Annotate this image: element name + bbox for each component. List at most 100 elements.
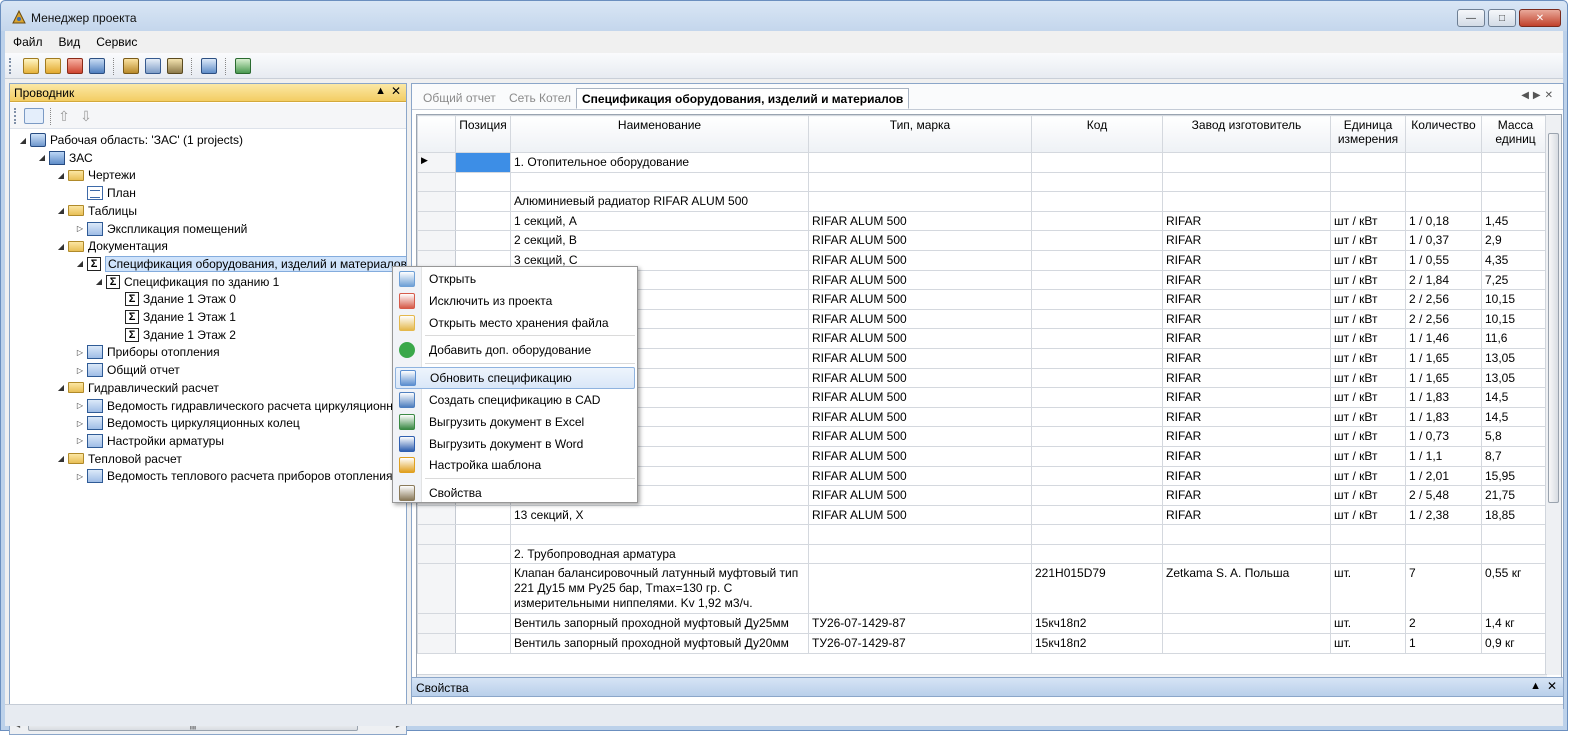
table-cell[interactable] <box>1405 524 1482 545</box>
tab-boiler-network[interactable]: Сеть Котел <box>504 88 576 109</box>
table-cell[interactable] <box>808 563 1032 615</box>
tree-node[interactable]: ▷ Экспликация помещений <box>75 220 247 238</box>
table-cell[interactable]: 14,5 <box>1481 406 1550 428</box>
table-cell[interactable]: 1 / 0,18 <box>1405 210 1482 232</box>
expand-arrow-icon[interactable]: ◢ <box>56 242 66 251</box>
row-header[interactable] <box>417 613 456 635</box>
table-cell[interactable]: RIFAR ALUM 500 <box>808 230 1032 251</box>
table-cell[interactable]: 5,8 <box>1481 426 1550 447</box>
table-cell[interactable]: 1 <box>1405 633 1482 654</box>
table-cell[interactable] <box>1481 152 1550 173</box>
row-header[interactable] <box>417 230 456 251</box>
close-panel-icon[interactable]: ✕ <box>391 84 401 98</box>
table-row[interactable]: ▶ 1. Отопительное оборудование <box>417 152 1550 173</box>
new-project-icon[interactable] <box>23 58 39 74</box>
tree-node[interactable]: ◢ Документация <box>56 237 168 255</box>
table-cell[interactable]: Zetkama S. A. Польша <box>1162 563 1331 615</box>
table-cell[interactable]: 13,05 <box>1481 367 1550 389</box>
collapse-arrow-icon[interactable]: ▷ <box>75 348 85 357</box>
table-cell[interactable]: 0,55 кг <box>1481 563 1550 615</box>
table-cell[interactable]: шт / кВт <box>1330 230 1406 251</box>
table-cell[interactable]: 1 / 1,46 <box>1405 328 1482 349</box>
table-row[interactable] <box>417 171 1550 193</box>
table-cell[interactable]: RIFAR ALUM 500 <box>808 445 1032 467</box>
column-header[interactable]: Тип, марка <box>808 115 1032 153</box>
table-cell[interactable] <box>1031 210 1163 232</box>
menu-service[interactable]: Сервис <box>88 31 145 53</box>
table-cell[interactable]: RIFAR <box>1162 269 1331 291</box>
table-cell[interactable] <box>1330 543 1406 565</box>
table-cell[interactable]: Алюминиевый радиатор RIFAR ALUM 500 <box>510 191 809 212</box>
row-header[interactable] <box>417 563 456 615</box>
pin-icon[interactable]: ▲ <box>375 85 386 97</box>
table-cell[interactable]: шт. <box>1330 613 1406 635</box>
table-cell[interactable]: RIFAR ALUM 500 <box>808 269 1032 291</box>
row-header[interactable] <box>417 171 456 193</box>
table-cell[interactable] <box>1330 152 1406 173</box>
table-cell[interactable]: шт / кВт <box>1330 347 1406 369</box>
table-cell[interactable]: RIFAR <box>1162 504 1331 526</box>
table-cell[interactable]: RIFAR ALUM 500 <box>808 347 1032 369</box>
table-cell[interactable] <box>1330 191 1406 212</box>
maximize-button[interactable]: □ <box>1488 9 1516 27</box>
tab-specification[interactable]: Спецификация оборудования, изделий и мат… <box>576 88 910 109</box>
tab-navigation[interactable]: ◀▶✕ <box>1521 90 1557 101</box>
tab-general-report[interactable]: Общий отчет <box>418 88 501 109</box>
table-cell[interactable] <box>1405 191 1482 212</box>
table-cell[interactable]: RIFAR ALUM 500 <box>808 406 1032 428</box>
table-cell[interactable] <box>1162 633 1331 654</box>
table-row[interactable]: 2. Трубопроводная арматура <box>417 543 1550 565</box>
table-cell[interactable]: шт / кВт <box>1330 367 1406 389</box>
scrollbar-thumb[interactable] <box>1548 133 1559 503</box>
tree-node[interactable]: ◢ Рабочая область: 'ЗАС' (1 projects) <box>18 131 243 149</box>
table-cell[interactable] <box>1031 289 1163 310</box>
table-cell[interactable]: RIFAR <box>1162 406 1331 428</box>
table-cell[interactable] <box>455 543 511 565</box>
table-cell[interactable] <box>1481 191 1550 212</box>
table-cell[interactable]: 1 секций, A <box>510 210 809 232</box>
expand-arrow-icon[interactable]: ◢ <box>37 153 47 162</box>
table-cell[interactable]: RIFAR ALUM 500 <box>808 308 1032 330</box>
table-cell[interactable]: RIFAR <box>1162 387 1331 408</box>
table-cell[interactable]: RIFAR <box>1162 426 1331 447</box>
close-button[interactable]: ✕ <box>1519 9 1561 27</box>
table-cell[interactable]: ТУ26-07-1429-87 <box>808 633 1032 654</box>
row-header[interactable] <box>417 633 456 654</box>
table-cell[interactable] <box>1405 171 1482 193</box>
row-header[interactable] <box>417 504 456 526</box>
table-cell[interactable] <box>808 543 1032 565</box>
table-cell[interactable] <box>455 210 511 232</box>
table-cell[interactable] <box>455 633 511 654</box>
table-cell[interactable]: 4,35 <box>1481 249 1550 271</box>
tree-node[interactable]: Σ Здание 1 Этаж 2 <box>113 326 236 344</box>
pin-icon[interactable]: ▲ <box>1530 680 1541 692</box>
table-cell[interactable] <box>1031 152 1163 173</box>
table-cell[interactable] <box>1031 524 1163 545</box>
table-cell[interactable]: 1,45 <box>1481 210 1550 232</box>
table-cell[interactable]: шт / кВт <box>1330 485 1406 506</box>
expand-arrow-icon[interactable]: ◢ <box>56 454 66 463</box>
add-document-icon[interactable] <box>235 58 251 74</box>
table-cell[interactable]: 1 / 1,65 <box>1405 367 1482 389</box>
table-cell[interactable] <box>1031 465 1163 487</box>
context-menu-item[interactable]: Выгрузить документ в Word <box>395 433 635 455</box>
table-cell[interactable]: RIFAR ALUM 500 <box>808 426 1032 447</box>
table-cell[interactable] <box>455 230 511 251</box>
menu-file[interactable]: Файл <box>5 31 51 53</box>
table-cell[interactable]: 1,4 кг <box>1481 613 1550 635</box>
table-cell[interactable]: 1 / 2,38 <box>1405 504 1482 526</box>
table-cell[interactable] <box>455 191 511 212</box>
tree-node[interactable]: ◢ Чертежи <box>56 166 136 184</box>
grid-vertical-scrollbar[interactable] <box>1545 115 1561 675</box>
table-cell[interactable] <box>808 171 1032 193</box>
table-cell[interactable] <box>808 152 1032 173</box>
table-cell[interactable]: шт. <box>1330 633 1406 654</box>
table-cell[interactable] <box>1031 171 1163 193</box>
toolbar-grip[interactable] <box>14 108 16 124</box>
table-cell[interactable]: 1 / 0,73 <box>1405 426 1482 447</box>
row-header[interactable] <box>417 210 456 232</box>
table-cell[interactable]: RIFAR ALUM 500 <box>808 387 1032 408</box>
table-cell[interactable]: RIFAR <box>1162 210 1331 232</box>
table-cell[interactable] <box>1162 524 1331 545</box>
table-cell[interactable] <box>455 524 511 545</box>
